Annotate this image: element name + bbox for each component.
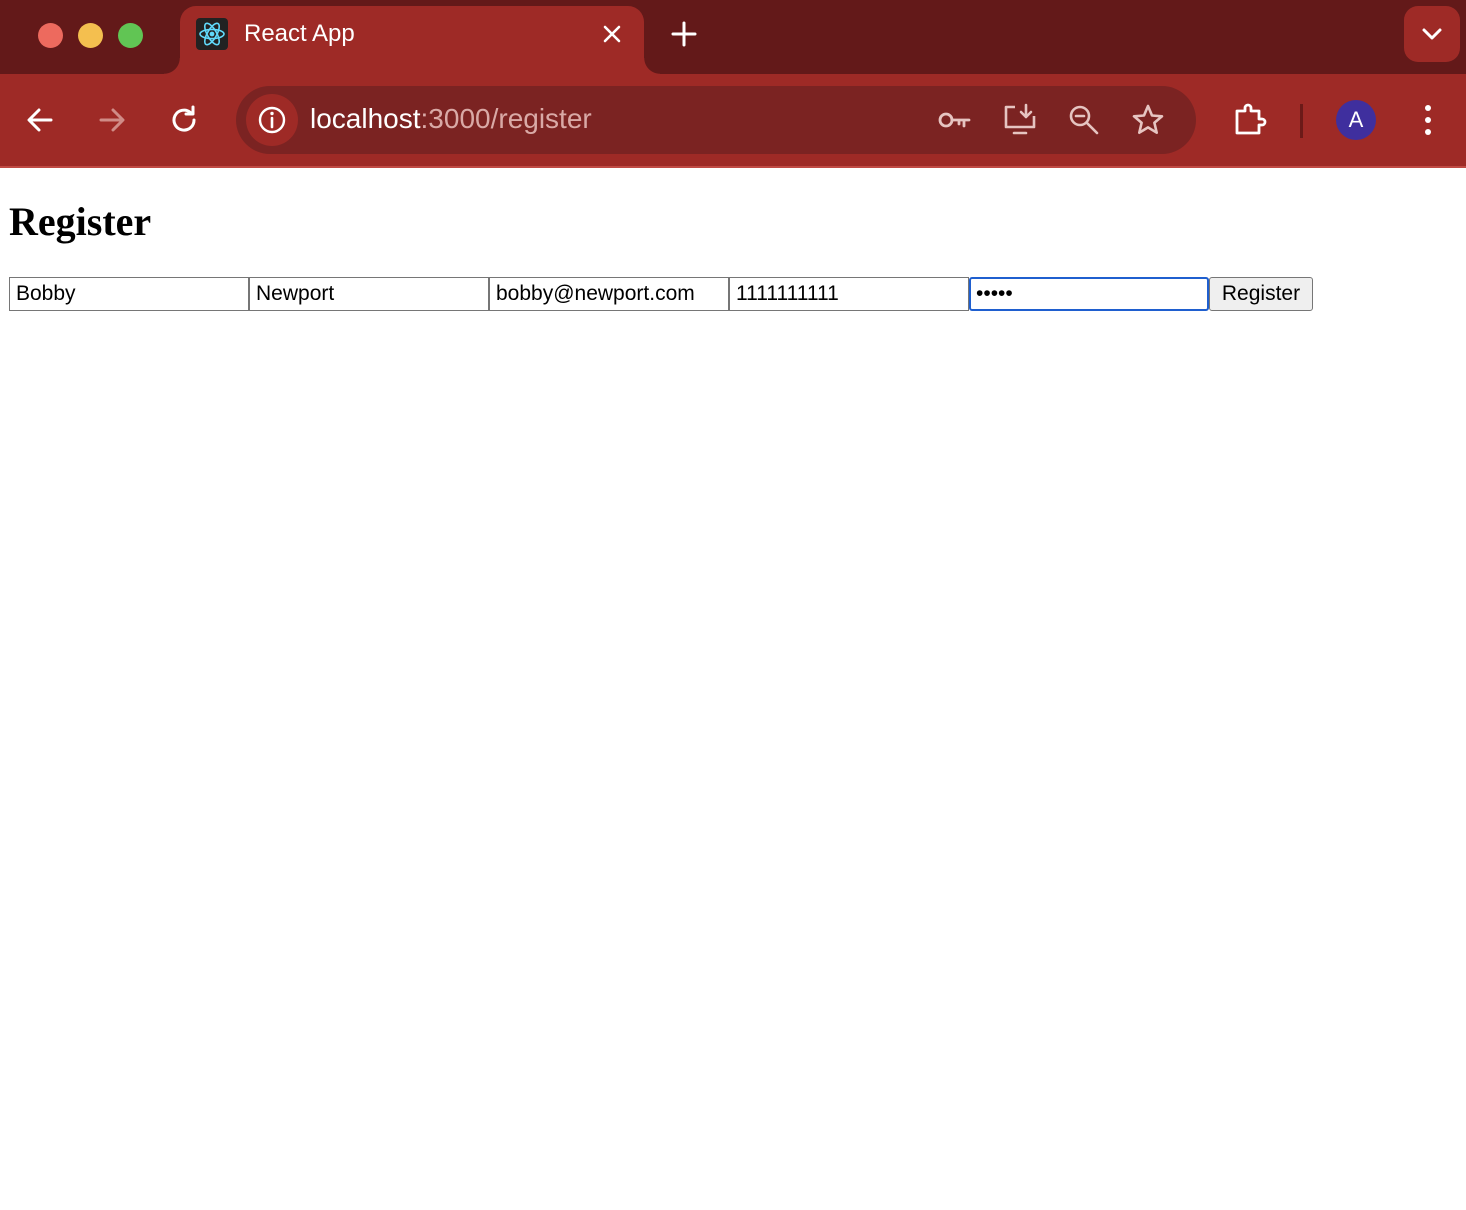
close-window-button[interactable] (38, 23, 63, 48)
first-name-input[interactable] (9, 277, 249, 311)
zoom-icon[interactable] (1066, 102, 1102, 138)
url-host: localhost (310, 103, 421, 134)
kebab-menu-icon[interactable] (1410, 102, 1446, 138)
close-tab-icon[interactable] (598, 20, 626, 48)
password-input[interactable] (969, 277, 1209, 311)
browser-tab[interactable]: React App (164, 6, 660, 74)
forward-arrow-icon[interactable] (94, 102, 130, 138)
address-bar[interactable]: localhost:3000/register (236, 86, 1196, 154)
site-info-icon[interactable] (246, 94, 298, 146)
tab-strip: React App (0, 0, 1466, 74)
email-input[interactable] (489, 277, 729, 311)
page-content: Register Register (0, 170, 1466, 1210)
bookmark-star-icon[interactable] (1130, 102, 1166, 138)
toolbar-divider (1300, 104, 1303, 138)
profile-avatar[interactable]: A (1336, 100, 1376, 140)
register-button[interactable]: Register (1209, 277, 1313, 311)
page-title: Register (9, 199, 152, 244)
back-arrow-icon[interactable] (22, 102, 58, 138)
install-app-icon[interactable] (1002, 102, 1038, 138)
register-form: Register (9, 277, 1313, 311)
last-name-input[interactable] (249, 277, 489, 311)
extensions-puzzle-icon[interactable] (1232, 102, 1268, 138)
reload-icon[interactable] (166, 102, 202, 138)
react-logo-icon (196, 18, 228, 50)
browser-toolbar: localhost:3000/register A (0, 74, 1466, 168)
chevron-down-icon (1422, 28, 1442, 40)
minimize-window-button[interactable] (78, 23, 103, 48)
password-key-icon[interactable] (936, 102, 972, 138)
url-text: localhost:3000/register (310, 103, 592, 135)
phone-input[interactable] (729, 277, 969, 311)
tab-search-button[interactable] (1404, 6, 1460, 62)
new-tab-icon[interactable] (668, 18, 700, 50)
url-path: :3000/register (420, 103, 592, 134)
zoom-window-button[interactable] (118, 23, 143, 48)
tab-title: React App (244, 20, 355, 47)
